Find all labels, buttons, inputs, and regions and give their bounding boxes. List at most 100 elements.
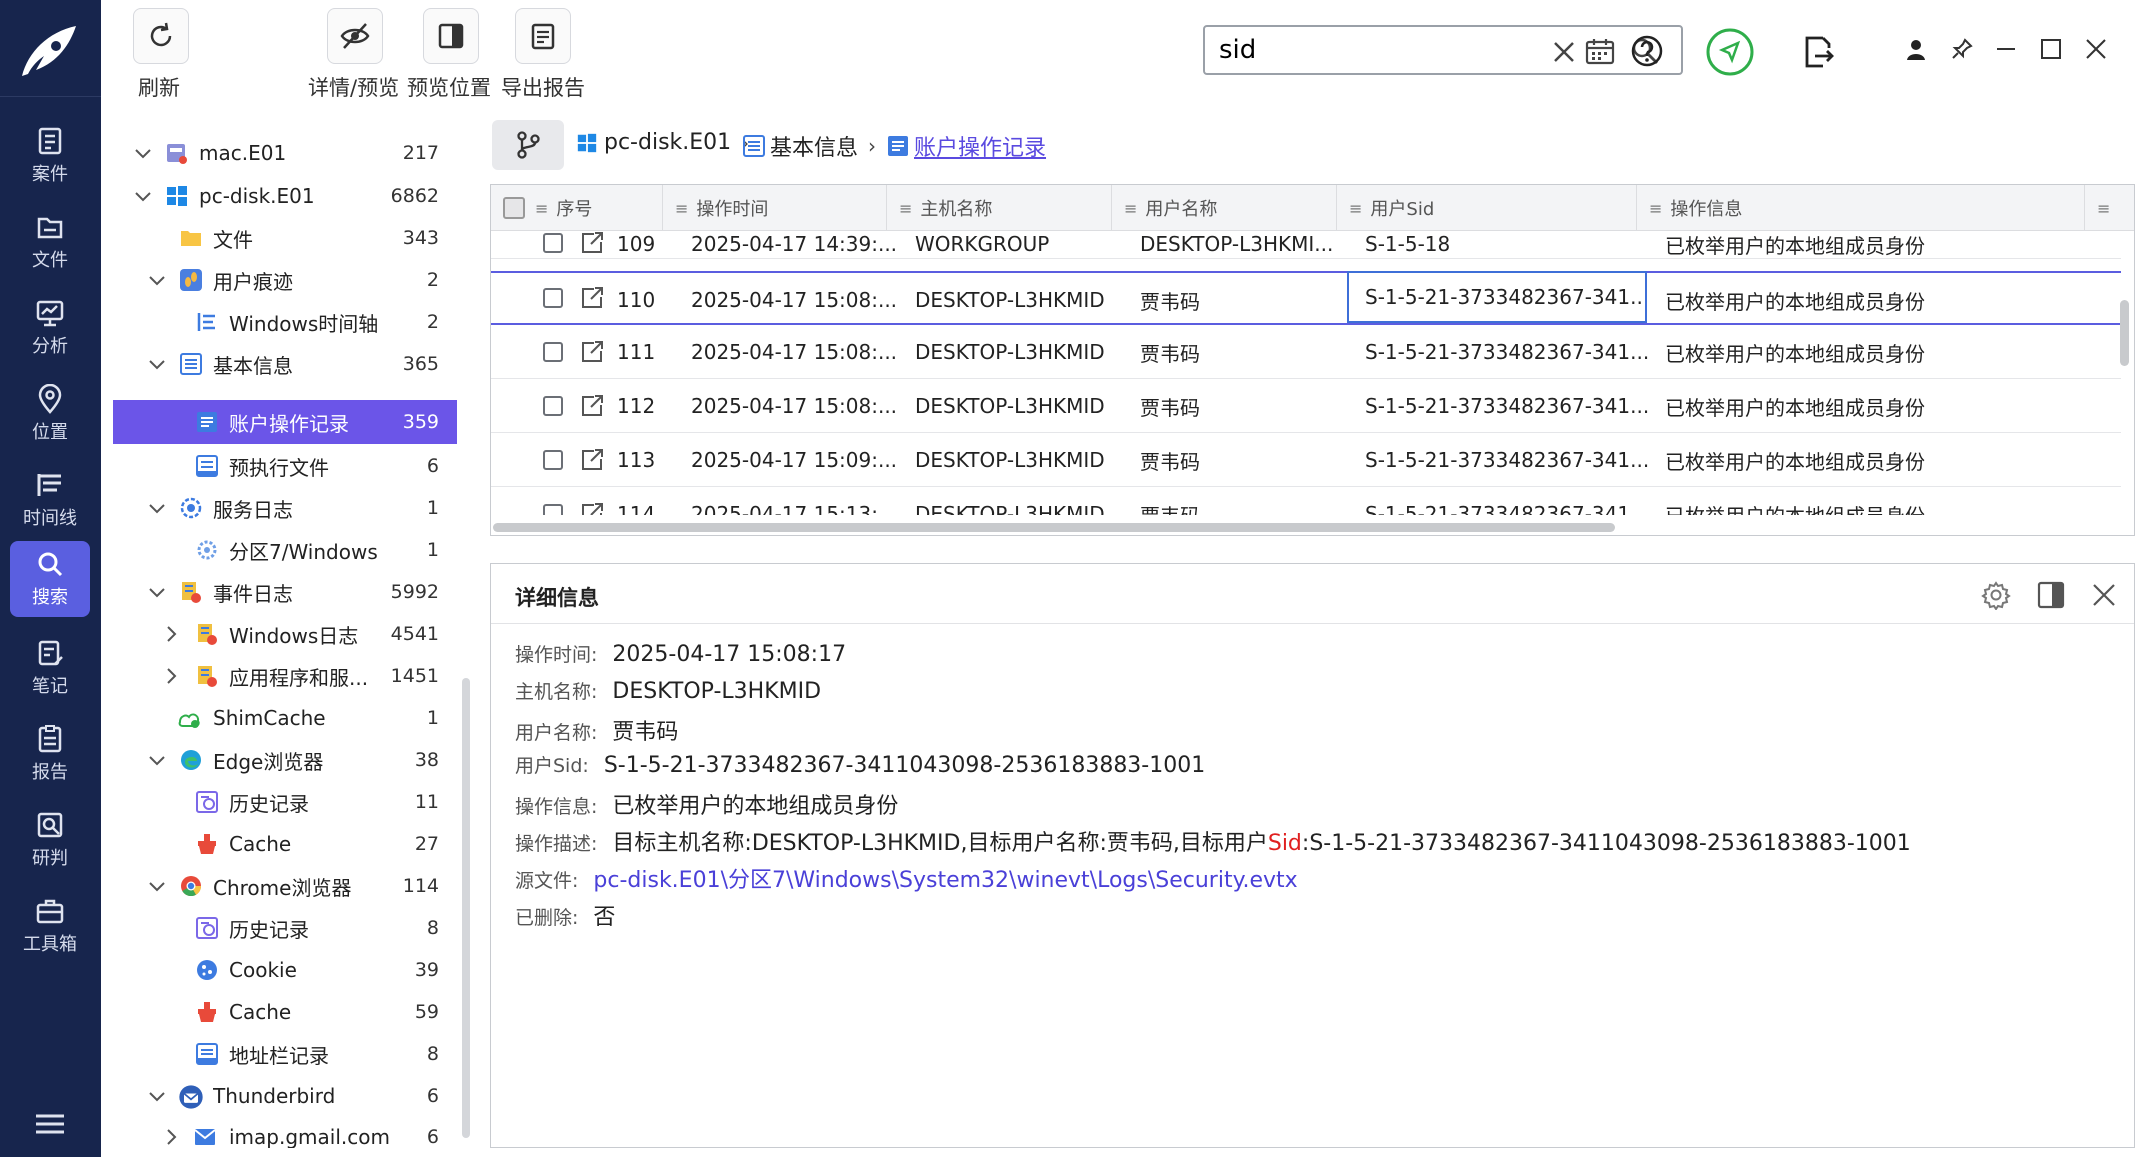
chevron-down-icon[interactable]	[147, 498, 167, 518]
minimize-icon[interactable]	[1995, 38, 2017, 60]
table-row[interactable]: 113 2025-04-17 15:09:... DESKTOP-L3HKMID…	[491, 433, 2121, 487]
clear-icon[interactable]	[1551, 39, 1577, 65]
nav-report[interactable]: 报告	[10, 716, 90, 792]
column-header-user[interactable]: ≡ 用户名称	[1112, 185, 1337, 231]
nav-file[interactable]: 文件	[10, 204, 90, 280]
panel-right-icon[interactable]	[2037, 581, 2065, 609]
table-row[interactable]: 114 2025-04-17 15:13:... DESKTOP-L3HKMID…	[491, 487, 2121, 515]
tree-item-prefetch[interactable]: 预执行文件 6	[113, 445, 457, 487]
search-input[interactable]	[1219, 35, 1519, 65]
tree-item-edge-history[interactable]: 历史记录 11	[113, 781, 457, 823]
nav-case[interactable]: 案件	[10, 118, 90, 194]
tree-item-app-service-log[interactable]: 应用程序和服... 1451	[113, 655, 457, 697]
row-checkbox[interactable]	[543, 342, 563, 362]
settings-gear-icon[interactable]	[1981, 580, 2011, 610]
crumb-basic-info[interactable]: 基本信息 ›	[742, 130, 876, 162]
close-icon[interactable]	[2091, 582, 2117, 608]
chevron-down-icon[interactable]	[147, 354, 167, 374]
help-icon[interactable]	[1630, 34, 1664, 68]
chevron-down-icon[interactable]	[147, 582, 167, 602]
tree-scrollbar[interactable]	[462, 678, 470, 1138]
tree-item-windows-timeline[interactable]: Windows时间轴 2	[113, 301, 457, 343]
nav-location[interactable]: 位置	[10, 376, 90, 452]
crumb-current[interactable]: 账户操作记录	[886, 130, 1046, 162]
search-box[interactable]	[1203, 25, 1683, 75]
nav-analysis[interactable]: 分析	[10, 290, 90, 366]
tree-item-files[interactable]: 文件 343	[113, 217, 457, 259]
export-report-button[interactable]	[515, 8, 571, 64]
nav-toolbox[interactable]: 工具箱	[10, 888, 90, 964]
nav-judge[interactable]: 研判	[10, 802, 90, 878]
calendar-icon[interactable]	[1585, 37, 1615, 65]
table-row-selected[interactable]: 110 2025-04-17 15:08:... DESKTOP-L3HKMID…	[491, 271, 2121, 325]
tree-item-chrome-history[interactable]: 历史记录 8	[113, 907, 457, 949]
open-record-icon[interactable]	[579, 231, 605, 255]
tree-item-thunderbird[interactable]: Thunderbird 6	[113, 1075, 457, 1117]
tree-item-pcdisk[interactable]: pc-disk.E01 6862	[113, 175, 457, 217]
chevron-down-icon[interactable]	[147, 750, 167, 770]
table-row[interactable]: 112 2025-04-17 15:08:... DESKTOP-L3HKMID…	[491, 379, 2121, 433]
branch-button[interactable]	[492, 120, 564, 170]
tree-item-edge-cache[interactable]: Cache 27	[113, 823, 457, 865]
license-status-icon[interactable]	[1705, 27, 1755, 77]
nav-note[interactable]: 笔记	[10, 630, 90, 706]
chevron-down-icon[interactable]	[147, 876, 167, 896]
column-header-no[interactable]: ≡ 序号	[491, 185, 663, 231]
horizontal-scrollbar[interactable]	[493, 523, 1615, 532]
table-row[interactable]: 109 2025-04-17 14:39:... WORKGROUP DESKT…	[491, 229, 2121, 259]
tree-item-windows-log[interactable]: Windows日志 4541	[113, 613, 457, 655]
open-record-icon[interactable]	[579, 286, 605, 310]
column-header-info[interactable]: ≡ 操作信息	[1637, 185, 2085, 231]
tree-item-service-log[interactable]: 服务日志 1	[113, 487, 457, 529]
close-window-icon[interactable]	[2085, 38, 2107, 60]
chevron-down-icon[interactable]	[133, 143, 153, 163]
chevron-down-icon[interactable]	[133, 186, 153, 206]
chevron-down-icon[interactable]	[147, 270, 167, 290]
tree-item-chrome-cookie[interactable]: Cookie 39	[113, 949, 457, 991]
tree-item-user-traces[interactable]: 用户痕迹 2	[113, 259, 457, 301]
preview-position-button[interactable]	[423, 8, 479, 64]
tree-item-basic-info[interactable]: 基本信息 365	[113, 343, 457, 385]
tree-item-address-bar[interactable]: 地址栏记录 8	[113, 1033, 457, 1075]
detail-preview-button[interactable]	[327, 8, 383, 64]
tree-item-partition7-windows[interactable]: 分区7/Windows 1	[113, 529, 457, 571]
tree-item-edge[interactable]: Edge浏览器 38	[113, 739, 457, 781]
menu-icon[interactable]	[34, 1112, 66, 1138]
tree-item-event-log[interactable]: 事件日志 5992	[113, 571, 457, 613]
row-checkbox[interactable]	[543, 233, 563, 253]
column-header-host[interactable]: ≡ 主机名称	[887, 185, 1112, 231]
export-file-icon[interactable]	[1801, 34, 1835, 70]
nav-timeline[interactable]: 时间线	[10, 462, 90, 538]
tree-item-chrome[interactable]: Chrome浏览器 114	[113, 865, 457, 907]
open-record-icon[interactable]	[579, 448, 605, 472]
row-checkbox[interactable]	[543, 504, 563, 515]
source-file-link[interactable]: pc-disk.E01\分区7\Windows\System32\winevt\…	[593, 868, 1297, 893]
tree-item-imap-gmail[interactable]: imap.gmail.com 6	[113, 1116, 457, 1148]
chevron-down-icon[interactable]	[147, 1086, 167, 1106]
chevron-right-icon[interactable]	[161, 1127, 181, 1147]
pin-icon[interactable]	[1950, 37, 1974, 61]
refresh-button[interactable]	[133, 8, 189, 64]
tree-item-chrome-cache[interactable]: Cache 59	[113, 991, 457, 1033]
maximize-icon[interactable]	[2040, 38, 2062, 60]
chevron-right-icon[interactable]	[161, 624, 181, 644]
user-icon[interactable]	[1905, 38, 1927, 62]
column-header-sid[interactable]: ≡ 用户Sid	[1337, 185, 1637, 231]
row-checkbox[interactable]	[543, 396, 563, 416]
crumb-disk[interactable]: pc-disk.E01 ›	[576, 130, 749, 155]
tree-item-mac[interactable]: mac.E01 217	[113, 132, 457, 174]
tree-item-account-records[interactable]: 账户操作记录 359	[113, 400, 457, 444]
table-row[interactable]: 111 2025-04-17 15:08:... DESKTOP-L3HKMID…	[491, 325, 2121, 379]
column-header-time[interactable]: ≡ 操作时间	[663, 185, 887, 231]
column-header-more[interactable]: ≡	[2085, 185, 2134, 231]
vertical-scrollbar[interactable]	[2120, 300, 2129, 366]
chevron-right-icon[interactable]	[161, 666, 181, 686]
row-checkbox[interactable]	[543, 450, 563, 470]
open-record-icon[interactable]	[579, 340, 605, 364]
cell-sid[interactable]: S-1-5-21-3733482367-341...	[1347, 271, 1647, 323]
open-record-icon[interactable]	[579, 502, 605, 515]
open-record-icon[interactable]	[579, 394, 605, 418]
row-checkbox[interactable]	[543, 288, 563, 308]
tree-item-shimcache[interactable]: ShimCache 1	[113, 697, 457, 739]
nav-search[interactable]: 搜索	[10, 541, 90, 617]
